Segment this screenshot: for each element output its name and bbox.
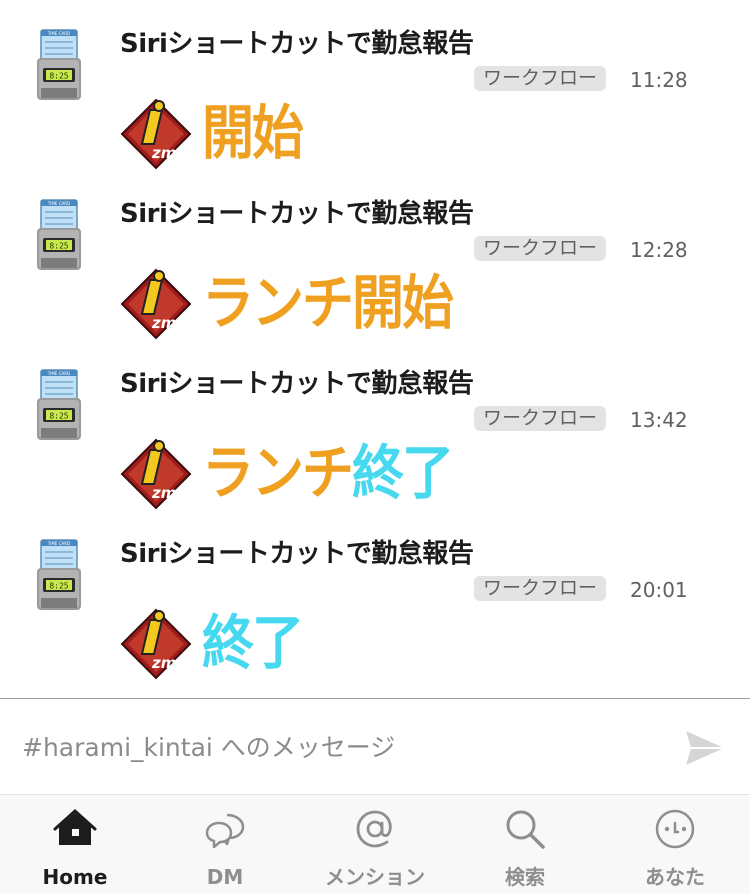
- message-item[interactable]: TIME CARD 8:25 Siriショートカットで勤怠報告 ワークフロー 1…: [0, 340, 750, 510]
- svg-text:zm: zm: [151, 484, 176, 502]
- message-time[interactable]: 12:28: [630, 236, 688, 264]
- izm-logo-icon: zm: [120, 98, 192, 170]
- bottom-tab-bar: Home DM メンション 検索 あなた: [0, 794, 750, 894]
- status-word: 開始: [202, 100, 304, 168]
- svg-text:8:25: 8:25: [49, 242, 68, 251]
- message-item[interactable]: TIME CARD 8:25 Siriショートカットで勤怠報告 ワークフロー 1…: [0, 170, 750, 340]
- time-card-avatar-icon[interactable]: TIME CARD 8:25: [37, 28, 81, 100]
- status-word: 開始: [352, 270, 454, 338]
- status-stamp: zm ランチ 開始: [120, 268, 454, 340]
- izm-logo-icon: zm: [120, 438, 192, 510]
- status-word: ランチ: [202, 440, 354, 508]
- svg-text:TIME CARD: TIME CARD: [47, 201, 70, 206]
- status-word: ランチ: [202, 270, 354, 338]
- sender-name[interactable]: Siriショートカットで勤怠報告: [120, 196, 480, 232]
- tab-home[interactable]: Home: [0, 795, 150, 894]
- send-icon[interactable]: [684, 729, 726, 767]
- tab-mentions[interactable]: メンション: [300, 795, 450, 894]
- status-word: 終了: [352, 440, 454, 508]
- you-icon: [655, 809, 695, 849]
- dm-icon: [205, 813, 245, 849]
- sender-name[interactable]: Siriショートカットで勤怠報告: [120, 26, 480, 62]
- message-time[interactable]: 13:42: [630, 406, 688, 434]
- workflow-badge: ワークフロー: [474, 236, 607, 261]
- svg-text:8:25: 8:25: [49, 582, 68, 591]
- message-feed: TIME CARD 8:25 Siriショートカットで勤怠報告 ワークフロー 1…: [0, 0, 750, 698]
- tab-you[interactable]: あなた: [600, 795, 750, 894]
- time-card-avatar-icon[interactable]: TIME CARD 8:25: [37, 368, 81, 440]
- svg-text:8:25: 8:25: [49, 72, 68, 81]
- svg-text:TIME CARD: TIME CARD: [47, 541, 70, 546]
- workflow-badge: ワークフロー: [474, 66, 607, 91]
- sender-name[interactable]: Siriショートカットで勤怠報告: [120, 536, 480, 572]
- message-time[interactable]: 11:28: [630, 66, 688, 94]
- izm-logo-icon: zm: [120, 268, 192, 340]
- status-stamp: zm 開始: [120, 98, 304, 170]
- home-icon: [53, 808, 97, 845]
- message-composer: [0, 698, 750, 795]
- tab-label: DM: [206, 865, 244, 889]
- sender-name[interactable]: Siriショートカットで勤怠報告: [120, 366, 480, 402]
- tab-label: メンション: [325, 865, 425, 889]
- status-word: 終了: [202, 610, 304, 678]
- tab-label: あなた: [645, 865, 705, 889]
- tab-label: 検索: [505, 865, 545, 889]
- svg-text:TIME CARD: TIME CARD: [47, 31, 70, 36]
- svg-text:TIME CARD: TIME CARD: [47, 371, 70, 376]
- status-stamp: zm 終了: [120, 608, 304, 680]
- svg-text:zm: zm: [151, 144, 176, 162]
- workflow-badge: ワークフロー: [474, 576, 607, 601]
- svg-text:8:25: 8:25: [49, 412, 68, 421]
- search-icon: [506, 810, 545, 849]
- status-stamp: zm ランチ 終了: [120, 438, 454, 510]
- message-time[interactable]: 20:01: [630, 576, 688, 604]
- tab-search[interactable]: 検索: [450, 795, 600, 894]
- mention-icon: [356, 810, 392, 848]
- time-card-avatar-icon[interactable]: TIME CARD 8:25: [37, 538, 81, 610]
- message-input[interactable]: [22, 727, 662, 767]
- time-card-avatar-icon[interactable]: TIME CARD 8:25: [37, 198, 81, 270]
- tab-dm[interactable]: DM: [150, 795, 300, 894]
- izm-logo-icon: zm: [120, 608, 192, 680]
- svg-text:zm: zm: [151, 314, 176, 332]
- workflow-badge: ワークフロー: [474, 406, 607, 431]
- svg-text:zm: zm: [151, 654, 176, 672]
- tab-label: Home: [42, 865, 108, 889]
- message-item[interactable]: TIME CARD 8:25 Siriショートカットで勤怠報告 ワークフロー 1…: [0, 0, 750, 170]
- message-item[interactable]: TIME CARD 8:25 Siriショートカットで勤怠報告 ワークフロー 2…: [0, 510, 750, 680]
